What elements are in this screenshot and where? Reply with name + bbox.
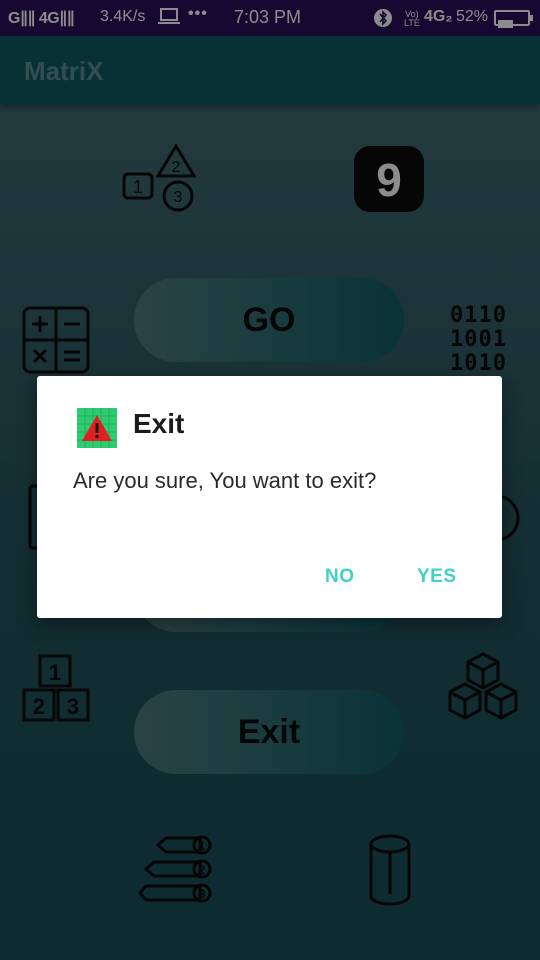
warning-icon [77, 408, 117, 448]
dialog-message: Are you sure, You want to exit? [73, 468, 377, 493]
yes-button[interactable]: YES [417, 566, 457, 588]
dialog-title: Exit [133, 408, 185, 439]
exit-dialog: Exit Are you sure, You want to exit? NO … [37, 376, 502, 618]
no-button[interactable]: NO [325, 566, 355, 588]
